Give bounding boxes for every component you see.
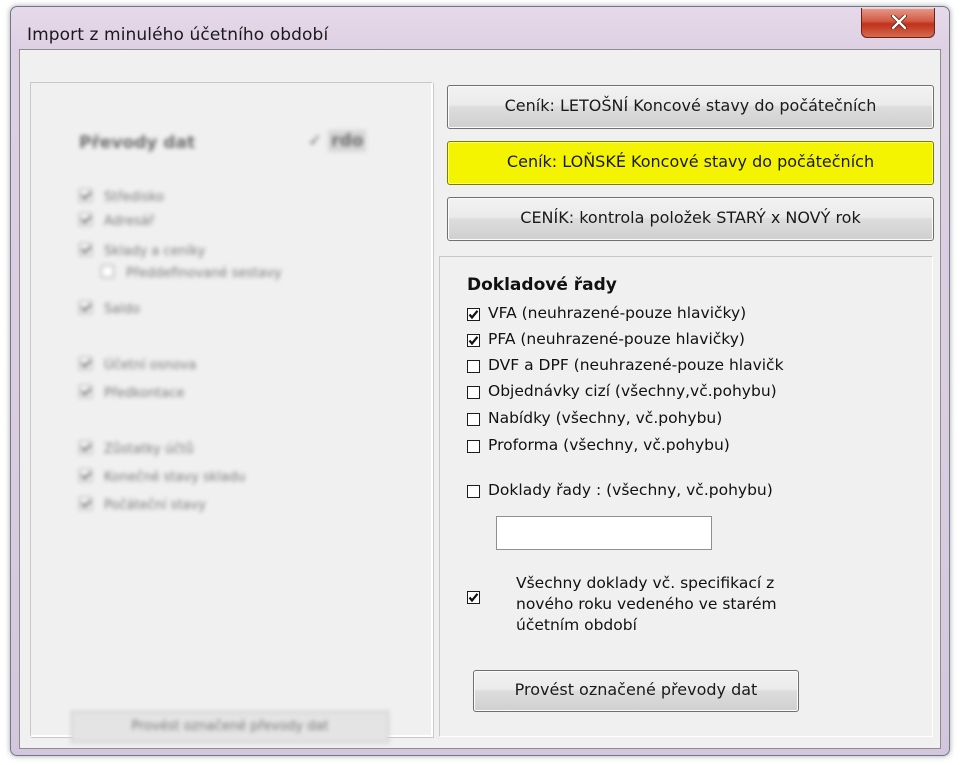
import-dialog-window: Import z minulého účetního období Převod… xyxy=(10,6,950,756)
cenik-kontrola-button[interactable]: CENÍK: kontrola položek STARÝ x NOVÝ rok xyxy=(447,197,934,241)
all-documents-label: Všechny doklady vč. specifikací z nového… xyxy=(516,574,777,634)
transfer-item[interactable]: Zůstatky účtů xyxy=(79,441,194,457)
transfer-execute-button[interactable]: Provést označené převody dat xyxy=(71,711,389,743)
checkbox-box[interactable] xyxy=(467,308,480,321)
checkbox-box[interactable] xyxy=(467,485,480,498)
transfer-item[interactable]: Adresář xyxy=(79,213,154,229)
transfer-item[interactable]: Saldo xyxy=(79,301,140,317)
document-series-heading: Dokladové řady xyxy=(467,275,617,295)
transfer-item[interactable]: Konečné stavy skladu xyxy=(79,469,245,485)
data-transfer-panel: Převody dat ✓ rdo Středisko Adresář Skla… xyxy=(30,82,433,743)
transfer-item[interactable]: Účetní osnova xyxy=(79,357,196,373)
cenik-lonske-button[interactable]: Ceník: LOŇSKÉ Koncové stavy do počáteční… xyxy=(447,141,934,185)
checkbox-box[interactable] xyxy=(467,591,480,604)
transfer-item[interactable]: Sklady a ceníky xyxy=(79,243,205,259)
close-icon xyxy=(891,15,907,29)
title-bar[interactable]: Import z minulého účetního období xyxy=(11,7,949,49)
transfer-item[interactable]: Předkontace xyxy=(79,385,184,401)
checkbox-box[interactable] xyxy=(467,360,480,373)
checkbox-box[interactable] xyxy=(467,386,480,399)
execute-transfers-button[interactable]: Provést označené převody dat xyxy=(473,670,799,712)
close-button[interactable] xyxy=(861,8,935,38)
transfer-item[interactable]: Předdefinované sestavy xyxy=(101,265,282,281)
checkbox-box[interactable] xyxy=(467,413,480,426)
transfer-panel-heading: Převody dat xyxy=(79,133,196,153)
checkmark-icon xyxy=(468,336,479,346)
transfer-panel-toggle[interactable]: ✓ rdo xyxy=(308,130,367,152)
transfer-item[interactable]: Středisko xyxy=(79,189,164,205)
checkbox-box[interactable] xyxy=(467,334,480,347)
dialog-client-area: Převody dat ✓ rdo Středisko Adresář Skla… xyxy=(19,49,941,749)
checkbox-box[interactable] xyxy=(467,440,480,453)
window-title: Import z minulého účetního období xyxy=(27,25,329,45)
checkmark-icon xyxy=(468,310,479,320)
doklady-rady-input[interactable] xyxy=(496,516,712,550)
document-series-panel: Dokladové řady VFA (neuhrazené-pouze hla… xyxy=(439,256,933,737)
checkmark-icon xyxy=(468,593,479,603)
cenik-letosni-button[interactable]: Ceník: LETOŠNÍ Koncové stavy do počátečn… xyxy=(447,85,934,129)
transfer-item[interactable]: Počáteční stavy xyxy=(79,497,206,513)
